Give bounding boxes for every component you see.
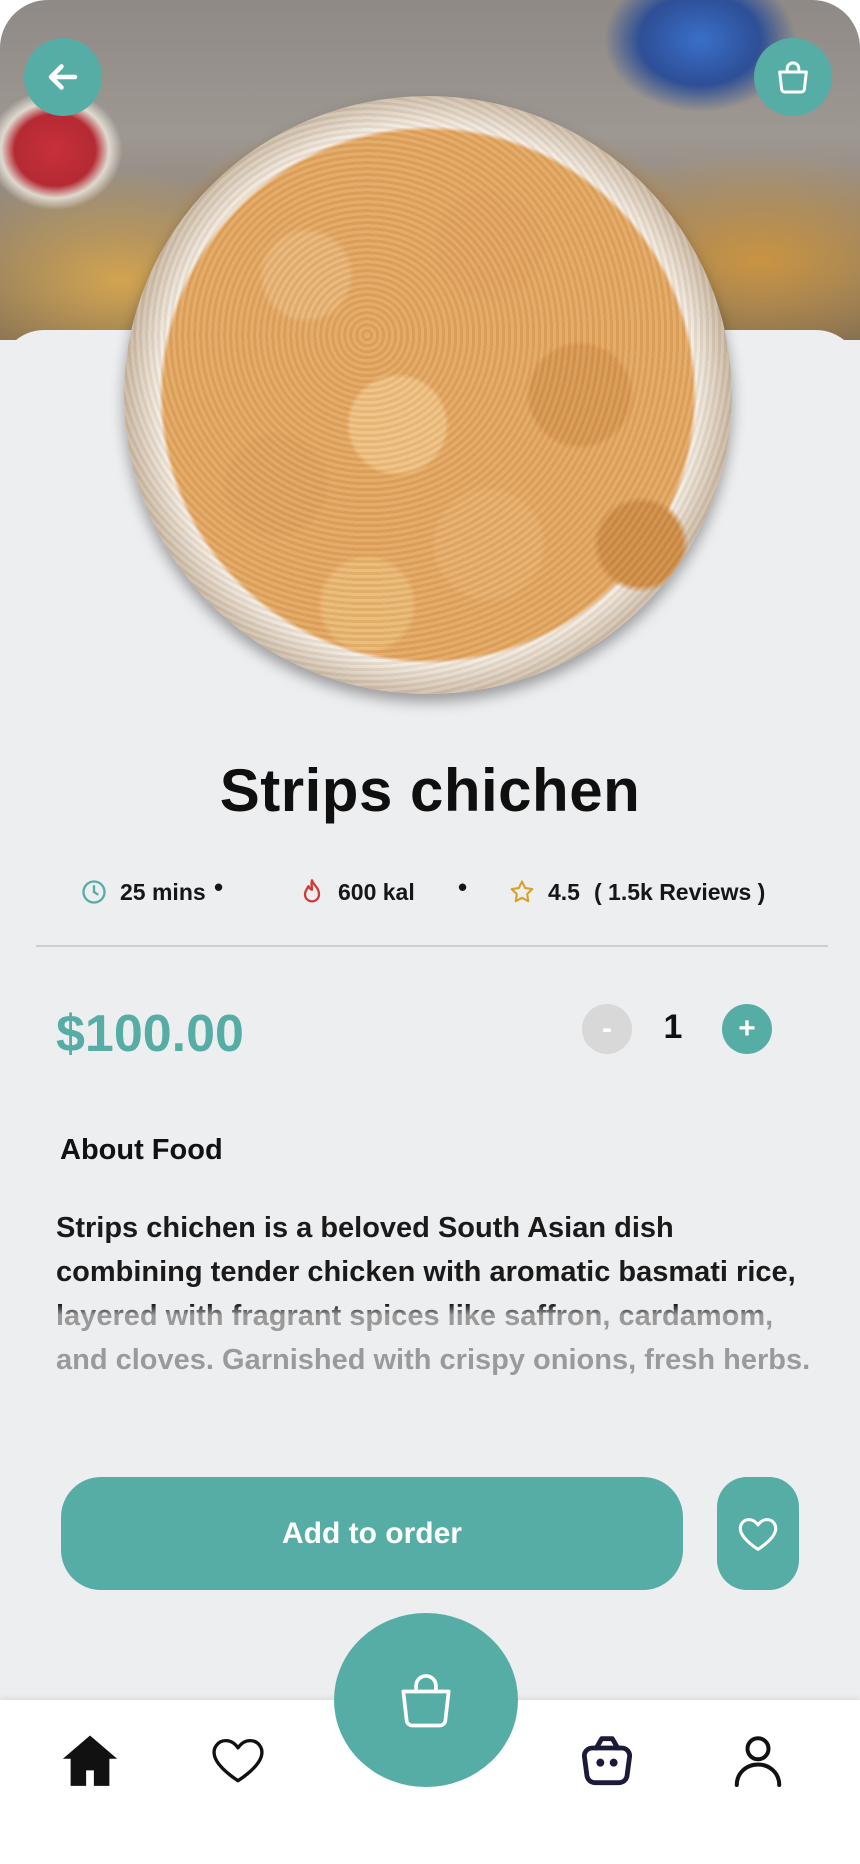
arrow-left-icon [48,64,78,90]
cart-button[interactable] [754,38,832,116]
calories-value: 600 kal [338,878,415,905]
price: $100.00 [56,1005,244,1063]
divider [36,945,828,947]
home-icon [62,1735,118,1786]
separator-dot: • [214,872,224,902]
heart-icon [738,1517,778,1551]
nav-favorites[interactable] [198,1720,278,1800]
clock-icon [82,880,106,904]
quantity-value: 1 [663,1008,683,1046]
user-icon [734,1736,782,1787]
reviews-count: ( 1.5k Reviews ) [593,878,766,905]
calories: 600 kal [298,874,415,910]
star-icon [510,880,534,903]
favorite-button[interactable] [717,1477,799,1590]
decrease-quantity-button[interactable]: - [582,1004,632,1054]
shopping-bag-icon [778,61,808,94]
food-detail-screen: Strips chichen 25 mins • 600 kal • 4.5 (… [0,0,860,1864]
rating: 4.5 ( 1.5k Reviews ) [508,874,765,910]
back-button[interactable] [24,38,102,116]
fire-icon [303,879,321,903]
product-title: Strips chichen [219,757,641,824]
heart-icon [212,1738,264,1783]
separator-dot: • [458,872,468,902]
about-description: Strips chichen is a beloved South Asian … [56,1206,816,1382]
shopping-bag-icon [401,1674,451,1728]
prep-time-value: 25 mins [120,878,206,905]
bag-icon [581,1736,633,1786]
food-photo [124,96,732,694]
prep-time: 25 mins [80,874,206,910]
about-heading: About Food [60,1134,223,1166]
add-to-order-button[interactable]: Add to order [61,1477,683,1590]
nav-cart-center-button[interactable] [334,1613,518,1787]
increase-quantity-button[interactable]: + [722,1004,772,1054]
nav-profile[interactable] [718,1720,798,1800]
rating-value: 4.5 [548,878,580,905]
nav-bag[interactable] [567,1720,647,1800]
nav-home[interactable] [50,1720,130,1800]
